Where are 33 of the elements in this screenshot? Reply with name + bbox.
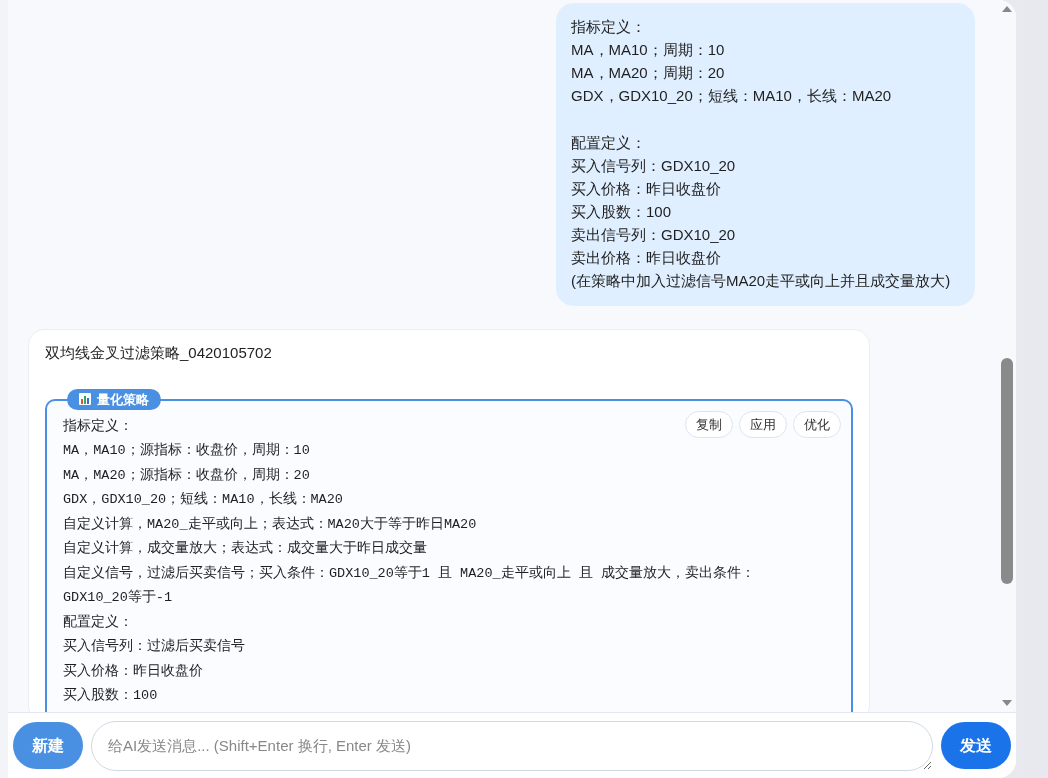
strategy-line: 自定义计算，MA20_走平或向上；表达式：MA20大于等于昨日MA20 xyxy=(63,515,477,534)
bar-chart-icon xyxy=(79,393,91,406)
message-input-field[interactable]: 给AI发送消息... (Shift+Enter 换行, Enter 发送) xyxy=(91,720,933,771)
message-line: MA，MA20；周期：20 xyxy=(571,63,725,83)
message-line: 卖出价格：昨日收盘价 xyxy=(571,248,721,268)
strategy-line: 买入信号列：过滤后买卖信号 xyxy=(63,637,245,656)
message-line: 指标定义： xyxy=(571,17,646,37)
strategy-line: 买入股数：100 xyxy=(63,686,158,705)
strategy-legend-badge: 量化策略 xyxy=(67,388,161,410)
strategy-title: 双均线金叉过滤策略_0420105702 xyxy=(45,343,273,363)
strategy-action-button[interactable]: 优化 xyxy=(793,410,841,438)
message-line: GDX，GDX10_20；短线：MA10，长线：MA20 xyxy=(571,86,892,106)
message-line: 配置定义： xyxy=(571,133,646,153)
message-line: 买入价格：昨日收盘价 xyxy=(571,179,721,199)
send-button[interactable]: 发送 xyxy=(941,722,1011,769)
message-line: 卖出信号列：GDX10_20 xyxy=(571,225,736,245)
message-line: 买入股数：100 xyxy=(571,202,672,222)
strategy-line: MA，MA10；源指标：收盘价，周期：10 xyxy=(63,441,310,460)
strategy-line: 买入价格：昨日收盘价 xyxy=(63,662,203,681)
scroll-up-icon[interactable] xyxy=(1002,6,1012,12)
scroll-down-icon[interactable] xyxy=(1002,700,1012,706)
strategy-line: 自定义信号，过滤后买卖信号；买入条件：GDX10_20等于1 且 MA20_走平或向上 且 成交量放大，卖出条件：GDX10_20等于-1 xyxy=(63,564,756,607)
strategy-line: 指标定义： xyxy=(63,417,133,436)
strategy-line: 自定义计算，成交量放大；表达式：成交量大于昨日成交量 xyxy=(63,539,427,558)
strategy-line: 配置定义： xyxy=(63,613,133,632)
scrollbar-thumb[interactable] xyxy=(1001,358,1013,584)
strategy-action-button[interactable]: 应用 xyxy=(739,410,787,438)
message-line: MA，MA10；周期：10 xyxy=(571,40,725,60)
strategy-line: GDX，GDX10_20；短线：MA10，长线：MA20 xyxy=(63,490,343,509)
message-line: (在策略中加入过滤信号MA20走平或向上并且成交量放大) xyxy=(571,271,951,291)
strategy-action-button[interactable]: 复制 xyxy=(685,410,733,438)
strategy-line: MA，MA20；源指标：收盘价，周期：20 xyxy=(63,466,310,485)
message-line: 买入信号列：GDX10_20 xyxy=(571,156,736,176)
